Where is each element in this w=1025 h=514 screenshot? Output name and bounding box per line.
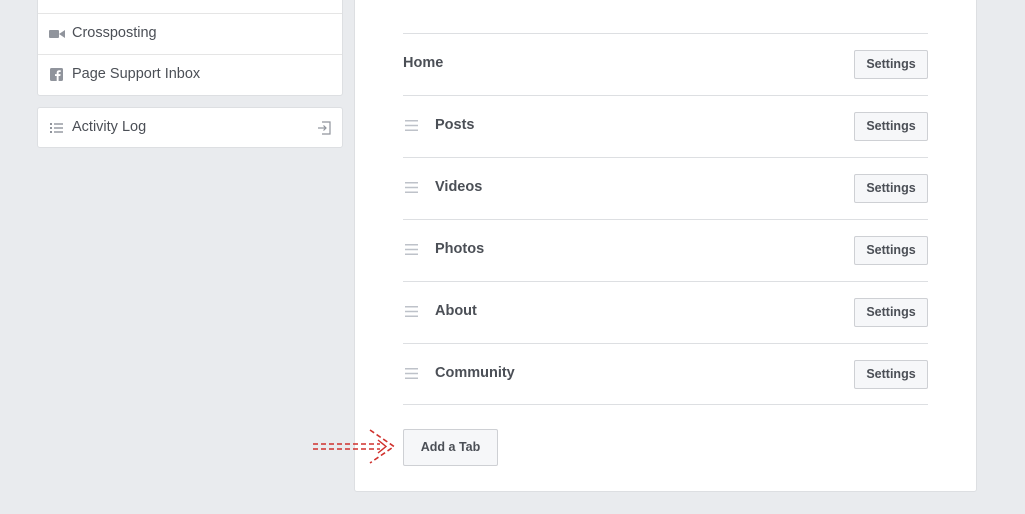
community-settings-button[interactable]: Settings <box>854 360 928 389</box>
tab-label: Videos <box>435 179 483 195</box>
tab-label: Community <box>435 365 515 381</box>
drag-handle-icon[interactable] <box>405 119 418 132</box>
drag-handle-icon[interactable] <box>405 181 418 194</box>
tab-row-community[interactable]: Community Settings <box>403 343 928 405</box>
drag-handle-icon[interactable] <box>405 243 418 256</box>
tab-label: Posts <box>435 117 475 133</box>
drag-handle-icon[interactable] <box>405 367 418 380</box>
tab-label: Home <box>403 55 444 71</box>
drag-handle-icon[interactable] <box>405 305 418 318</box>
sidebar-item-label: Page Support Inbox <box>72 66 201 82</box>
sidebar-item-label: Crossposting <box>72 25 157 41</box>
facebook-icon <box>49 67 65 83</box>
page-menu-card: Crossposting Page Support Inbox <box>37 0 343 96</box>
tab-row-posts[interactable]: Posts Settings <box>403 95 928 157</box>
tab-row-photos[interactable]: Photos Settings <box>403 219 928 281</box>
tabs-panel: Home Settings Posts Settings Videos Sett… <box>354 0 977 492</box>
tab-label: Photos <box>435 241 485 257</box>
add-a-tab-button[interactable]: Add a Tab <box>403 429 498 466</box>
tab-row-videos[interactable]: Videos Settings <box>403 157 928 219</box>
videos-settings-button[interactable]: Settings <box>854 174 928 203</box>
exit-arrow-icon[interactable] <box>317 121 331 135</box>
about-settings-button[interactable]: Settings <box>854 298 928 327</box>
list-icon <box>49 120 65 136</box>
video-camera-icon <box>49 26 65 42</box>
posts-settings-button[interactable]: Settings <box>854 112 928 141</box>
activity-log-label: Activity Log <box>72 119 147 135</box>
photos-settings-button[interactable]: Settings <box>854 236 928 265</box>
sidebar-item-activity-log[interactable]: Activity Log <box>37 107 343 148</box>
sidebar-item-page-support-inbox[interactable]: Page Support Inbox <box>38 54 342 95</box>
tab-label: About <box>435 303 477 319</box>
tab-row-home: Home Settings <box>403 33 928 95</box>
sidebar-item-crossposting[interactable]: Crossposting <box>38 13 342 54</box>
tab-row-about[interactable]: About Settings <box>403 281 928 343</box>
annotation-arrow-icon <box>313 429 396 464</box>
home-settings-button[interactable]: Settings <box>854 50 928 79</box>
